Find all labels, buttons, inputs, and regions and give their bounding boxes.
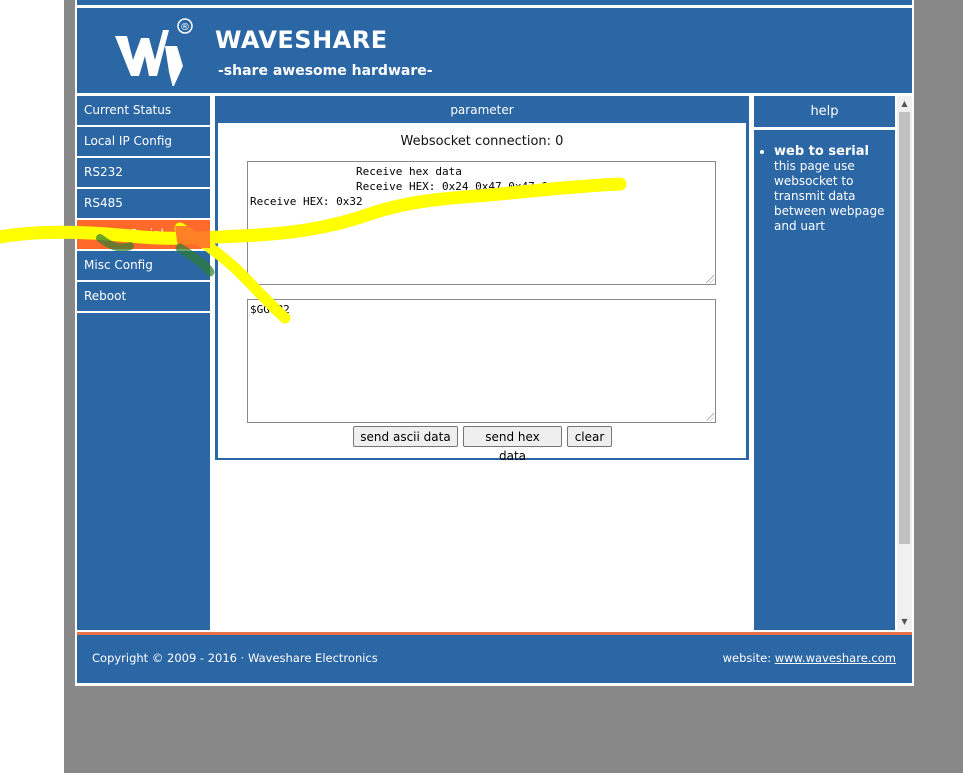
scrollbar-thumb[interactable]	[899, 112, 910, 544]
send-text: $GG*B2	[250, 303, 290, 316]
website-info: website: www.waveshare.com	[723, 651, 896, 665]
nav-item-local-ip-config[interactable]: Local IP Config	[77, 127, 210, 158]
website-link[interactable]: www.waveshare.com	[775, 651, 896, 665]
resize-grip-icon[interactable]	[706, 275, 714, 283]
nav-item-rs485[interactable]: RS485	[77, 189, 210, 220]
sidebar-nav: Current Status Local IP Config RS232 RS4…	[77, 96, 210, 630]
nav-item-reboot[interactable]: Reboot	[77, 282, 210, 313]
top-strip	[77, 0, 912, 5]
brand-tagline: -share awesome hardware-	[218, 63, 433, 79]
nav-item-rs232[interactable]: RS232	[77, 158, 210, 189]
help-item-text: this page use websocket to transmit data…	[774, 159, 885, 233]
clear-button[interactable]: clear	[567, 426, 612, 447]
nav-item-web-to-serial[interactable]: Web to Serial	[77, 220, 210, 251]
page-background-left	[64, 0, 75, 773]
help-title: help	[754, 96, 895, 130]
help-list: web to serial this page use websocket to…	[754, 144, 895, 234]
registered-mark: ®	[180, 22, 190, 33]
send-textarea[interactable]: $GG*B2	[247, 299, 716, 423]
website-label: website:	[722, 651, 772, 665]
nav-item-misc-config[interactable]: Misc Config	[77, 251, 210, 282]
header: ® WAVESHARE -share awesome hardware-	[77, 8, 912, 93]
arrow-down-icon[interactable]: ▼	[897, 615, 912, 629]
app-frame: ® WAVESHARE -share awesome hardware- Cur…	[75, 0, 914, 686]
send-ascii-button[interactable]: send ascii data	[353, 426, 458, 447]
footer: Copyright © 2009 - 2016 · Waveshare Elec…	[77, 635, 912, 683]
page-background-right	[914, 0, 963, 686]
waveshare-logo-icon: ®	[115, 18, 193, 86]
copyright-text: Copyright © 2009 - 2016 · Waveshare Elec…	[92, 651, 378, 665]
receive-textarea[interactable]: Receive hex data Receive HEX: 0x24 0x47 …	[247, 161, 716, 285]
page-background-bottom	[64, 686, 963, 773]
receive-text: Receive hex data Receive HEX: 0x24 0x47 …	[250, 165, 601, 208]
nav-item-current-status[interactable]: Current Status	[77, 96, 210, 127]
resize-grip-icon[interactable]	[706, 413, 714, 421]
help-panel: help web to serial this page use websock…	[754, 96, 895, 630]
arrow-up-icon[interactable]: ▲	[897, 97, 912, 111]
parameter-panel: parameter Websocket connection: 0 Receiv…	[215, 96, 749, 463]
brand-name: WAVESHARE	[215, 26, 388, 54]
parameter-body: Websocket connection: 0 Receive hex data…	[218, 123, 746, 463]
help-item: web to serial this page use websocket to…	[774, 144, 895, 234]
parameter-title: parameter	[450, 103, 514, 117]
scrollbar[interactable]: ▲ ▼	[897, 96, 912, 630]
websocket-status: Websocket connection: 0	[400, 134, 564, 149]
help-item-title: web to serial	[774, 144, 869, 159]
send-hex-button[interactable]: send hex data	[463, 426, 562, 463]
